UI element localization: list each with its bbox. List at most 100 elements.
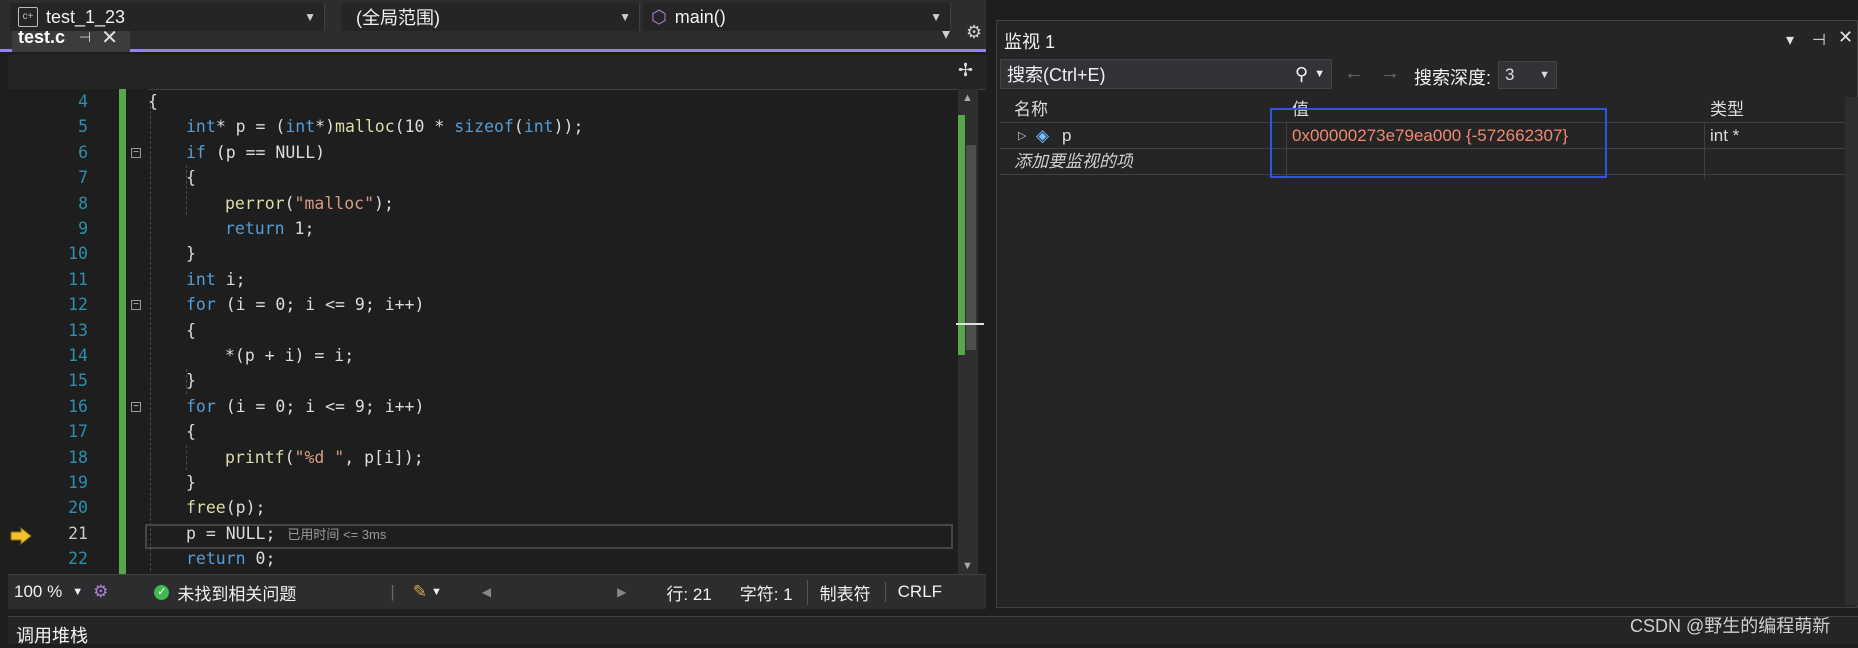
line-number: 14 [68, 346, 88, 365]
code-line: } [186, 473, 196, 492]
brush-icon[interactable]: ✎ [413, 582, 427, 602]
gear-icon[interactable]: ⚙ [966, 22, 982, 43]
search-depth-value: 3 [1505, 65, 1515, 84]
code-editor[interactable]: { int* p = (int*)malloc(10 * sizeof(int)… [148, 89, 948, 574]
project-icon: c+ [18, 7, 38, 27]
scrollbar-thumb[interactable] [966, 145, 976, 350]
line-number: 20 [68, 498, 88, 518]
line-number: 18 [68, 447, 88, 467]
search-input[interactable]: 搜索(Ctrl+E) [1007, 61, 1106, 87]
line-number: 22 [68, 549, 88, 569]
code-line: { [186, 168, 196, 188]
line-number: 6 [78, 142, 88, 162]
line-number-current: 21 [68, 523, 88, 543]
annotation-box [1270, 108, 1607, 178]
indent-mode[interactable]: 制表符 [806, 579, 871, 605]
code-line: { [186, 320, 196, 340]
call-stack-title[interactable]: 调用堆栈 [16, 622, 88, 648]
line-number: 9 [78, 219, 88, 238]
close-icon[interactable]: ✕ [1838, 27, 1853, 48]
project-dropdown[interactable]: c+ test_1_23 ▼ [10, 3, 325, 31]
window-dropdown-icon[interactable]: ▾ [1786, 30, 1794, 50]
code-line: int* p = (int*)malloc(10 * sizeof(int)); [186, 117, 584, 137]
code-line: { [186, 422, 196, 442]
scroll-right-icon[interactable]: ▶ [617, 585, 626, 599]
code-line: } [186, 371, 196, 391]
code-line: for (i = 0; i <= 9; i++) [186, 396, 425, 416]
pin-icon[interactable]: ⊣ [1812, 30, 1826, 50]
search-depth-label: 搜索深度: [1414, 68, 1492, 88]
line-number: 16 [68, 396, 88, 416]
back-arrow-icon[interactable]: ← [1344, 62, 1364, 85]
cursor-line[interactable]: 行: 21 [666, 580, 711, 605]
cube-icon: ⬡ [651, 6, 667, 27]
line-number: 12 [68, 295, 88, 315]
watch-vertical-scrollbar[interactable] [1845, 97, 1858, 605]
column-header-name[interactable]: 名称 [1014, 97, 1048, 123]
line-ending[interactable]: CRLF [884, 582, 942, 602]
line-number: 11 [68, 269, 88, 289]
execution-pointer-icon [10, 527, 32, 545]
code-line: int i; [186, 269, 246, 289]
chevron-down-icon[interactable]: ▼ [72, 586, 83, 598]
fold-toggle[interactable]: − [131, 300, 141, 310]
elapsed-time-hint: 已用时间 <= 3ms [287, 526, 387, 542]
scroll-up-icon[interactable]: ▲ [962, 92, 973, 104]
watch-search-box[interactable]: 搜索(Ctrl+E) ⚲ ▼ [1000, 59, 1332, 89]
code-line: if (p == NULL) [186, 142, 326, 162]
chevron-down-icon: ▼ [304, 10, 316, 24]
line-number: 10 [68, 244, 88, 264]
fold-toggle[interactable]: − [131, 402, 141, 412]
pin-icon[interactable]: ⊣ [79, 29, 91, 46]
chevron-down-icon[interactable]: ▼ [431, 586, 442, 598]
scope-label: (全局范围) [356, 8, 440, 28]
scroll-left-icon[interactable]: ◀ [482, 585, 491, 599]
search-icon[interactable]: ⚲ [1295, 64, 1308, 85]
chevron-down-icon[interactable]: ▼ [1314, 68, 1325, 80]
chevron-down-icon: ▼ [930, 10, 942, 24]
scroll-down-icon[interactable]: ▼ [962, 560, 973, 572]
line-number: 7 [78, 168, 88, 188]
project-label: test_1_23 [46, 6, 126, 27]
code-line: } [186, 244, 196, 264]
fold-toggle[interactable]: − [131, 148, 141, 158]
line-number: 15 [68, 371, 88, 391]
line-number: 19 [68, 473, 88, 492]
issues-status[interactable]: 未找到相关问题 [177, 580, 296, 605]
intellicode-icon[interactable]: ⚙ [93, 582, 108, 602]
code-line: free(p); [186, 498, 266, 518]
line-number: 5 [78, 117, 88, 137]
forward-arrow-icon[interactable]: → [1380, 62, 1400, 85]
search-depth-select[interactable]: 3 ▼ [1498, 61, 1557, 89]
line-number: 13 [68, 320, 88, 340]
scrollbar-position-marker [956, 323, 984, 325]
chevron-down-icon: ▼ [1539, 69, 1550, 81]
zoom-level[interactable]: 100 % [14, 582, 62, 602]
code-line-current: p = NULL; 已用时间 <= 3ms [186, 523, 387, 543]
separator: | [390, 582, 395, 601]
code-line: perror("malloc"); [225, 193, 394, 213]
watch-item-name[interactable]: p [1062, 123, 1071, 149]
scrollbar-change-marker [958, 115, 965, 355]
navigation-bar [8, 55, 986, 90]
watermark: CSDN @野生的编程萌新 [1630, 616, 1831, 636]
member-label: main() [674, 6, 726, 27]
scope-dropdown[interactable]: (全局范围) ▼ [342, 3, 640, 31]
line-number: 4 [78, 92, 88, 111]
cursor-char[interactable]: 字符: 1 [740, 580, 793, 605]
code-line: *(p + i) = i; [225, 346, 355, 365]
column-header-type[interactable]: 类型 [1710, 97, 1744, 123]
expand-arrow-icon[interactable]: ▷ [1018, 123, 1026, 149]
add-watch-item[interactable]: 添加要监视的项 [1014, 149, 1133, 175]
watch-item-type: int * [1710, 126, 1740, 145]
code-line: return 0; [186, 549, 276, 569]
code-line: { [148, 92, 158, 111]
call-stack-panel [8, 616, 1858, 644]
member-dropdown[interactable]: ⬡ main() ▼ [643, 3, 951, 31]
line-number: 17 [68, 422, 88, 442]
split-icon[interactable]: ✢ [958, 60, 973, 81]
variable-icon: ◈ [1036, 126, 1050, 145]
line-number: 8 [78, 193, 88, 213]
watch-title: 监视 1 [1004, 32, 1056, 52]
chevron-down-icon: ▼ [619, 10, 631, 24]
